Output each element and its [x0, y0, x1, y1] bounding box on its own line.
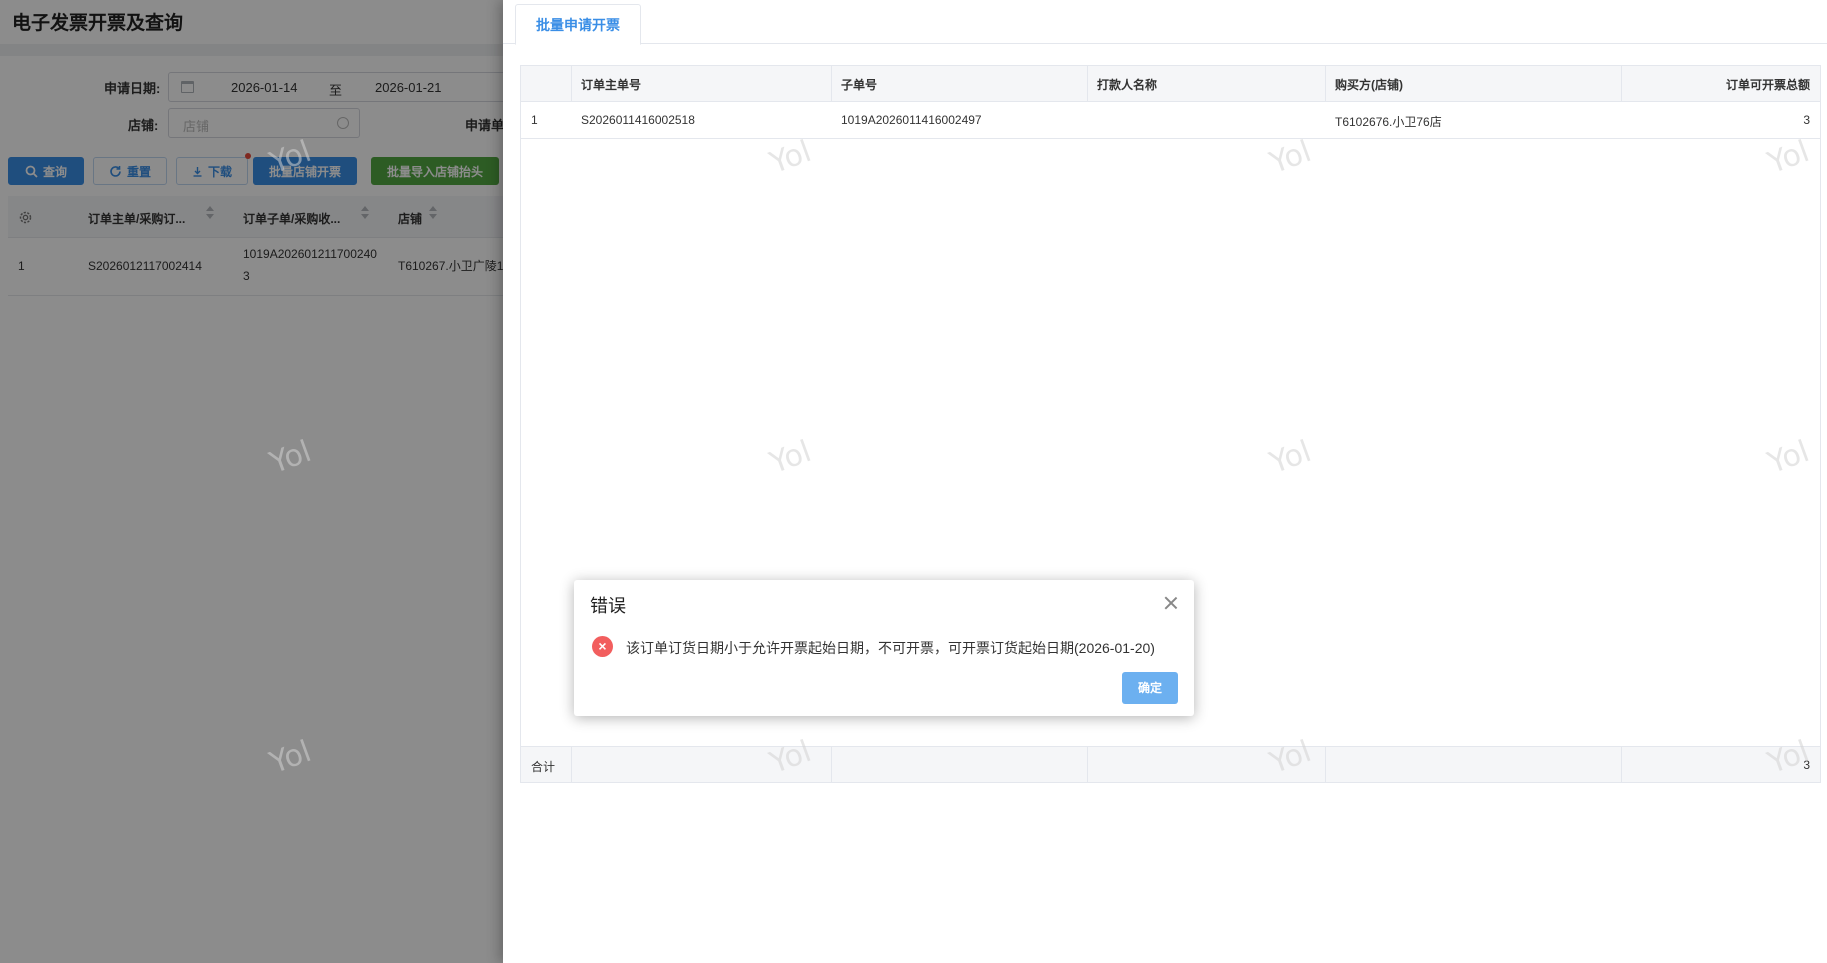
drawer-tabs: 批量申请开票 — [503, 0, 1827, 45]
table-header: 订单主单号 子单号 打款人名称 购买方(店铺) 订单可开票总额 — [521, 66, 1820, 102]
column-header-payer[interactable]: 打款人名称 — [1097, 76, 1157, 93]
error-message: 该订单订货日期小于允许开票起始日期，不可开票，可开票订货起始日期(2026-01… — [626, 640, 1155, 656]
column-divider — [1325, 66, 1326, 102]
error-dialog: 错误 × 该订单订货日期小于允许开票起始日期，不可开票，可开票订货起始日期(20… — [574, 580, 1194, 716]
column-divider — [571, 747, 572, 783]
column-divider — [1087, 747, 1088, 783]
footer-total-amount: 3 — [1803, 758, 1810, 772]
sub-order-cell: 1019A2026011416002497 — [841, 113, 982, 127]
column-divider — [831, 747, 832, 783]
column-divider — [571, 66, 572, 102]
dialog-title: 错误 — [590, 596, 626, 616]
column-header-sub-order[interactable]: 子单号 — [841, 76, 877, 93]
error-icon: × — [592, 636, 613, 657]
buyer-cell: T6102676.小卫76店 — [1335, 115, 1442, 129]
column-header-main-order[interactable]: 订单主单号 — [581, 76, 641, 93]
column-divider — [1087, 66, 1088, 102]
tab-batch-apply-invoice[interactable]: 批量申请开票 — [515, 4, 641, 45]
batch-invoice-drawer: 批量申请开票 订单主单号 子单号 打款人名称 购买方(店铺) 订单可开票总额 1… — [503, 0, 1827, 963]
row-index: 1 — [531, 113, 538, 127]
confirm-button[interactable]: 确定 — [1122, 672, 1178, 704]
table-row[interactable]: 1 S2026011416002518 1019A202601141600249… — [521, 102, 1820, 139]
table-footer: 合计 3 — [521, 746, 1820, 783]
column-divider — [1621, 747, 1622, 783]
main-order-cell: S2026011416002518 — [581, 113, 695, 127]
column-divider — [831, 66, 832, 102]
column-header-buyer[interactable]: 购买方(店铺) — [1335, 76, 1403, 93]
amount-cell: 3 — [1803, 113, 1810, 127]
column-header-amount[interactable]: 订单可开票总额 — [1726, 76, 1810, 93]
column-divider — [1325, 747, 1326, 783]
close-icon[interactable] — [1164, 596, 1178, 610]
column-divider — [1621, 66, 1622, 102]
footer-total-label: 合计 — [531, 760, 556, 774]
